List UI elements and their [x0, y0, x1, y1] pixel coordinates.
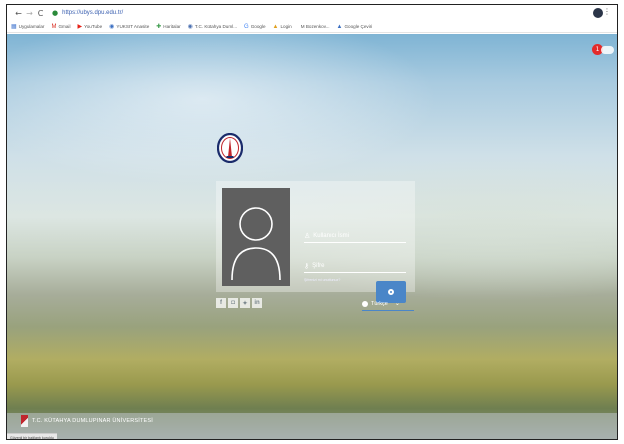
- user-silhouette-icon: [231, 207, 281, 281]
- bookmark-item[interactable]: ◉ YUKSIT Anasite: [109, 23, 149, 30]
- language-selector[interactable]: Türkçe ⌄: [362, 297, 414, 311]
- bookmark-icon: ▲: [336, 23, 343, 30]
- twitter-icon[interactable]: ✦: [240, 298, 250, 308]
- chevron-down-icon: ⌄: [394, 300, 400, 307]
- bookmark-item[interactable]: ◉ T.C. Kütahya Duml...: [188, 23, 237, 30]
- bookmark-label: M Bozenkov...: [300, 24, 330, 29]
- bookmark-label: Gmail: [58, 24, 71, 29]
- bookmark-item[interactable]: M Bozenkov...: [299, 24, 330, 29]
- bookmark-icon: ✚: [156, 24, 162, 30]
- notification-toggle[interactable]: [601, 46, 614, 54]
- address-bar[interactable]: ● https://ubys.dpu.edu.tr/: [52, 7, 123, 19]
- username-placeholder: Kullanıcı İsmi: [313, 232, 349, 239]
- linkedin-icon[interactable]: in: [252, 298, 262, 308]
- back-button[interactable]: ←: [13, 9, 24, 18]
- globe-icon: [362, 300, 368, 307]
- bookmark-icon: ◉: [187, 24, 193, 30]
- browser-menu-icon[interactable]: ⋮: [603, 7, 611, 16]
- language-label: Türkçe: [371, 300, 388, 307]
- bookmark-label: Uygulamalar: [18, 24, 45, 29]
- bookmark-label: Haritalar: [163, 24, 181, 29]
- url-text: https://ubys.dpu.edu.tr/: [62, 10, 124, 16]
- instagram-icon[interactable]: ◘: [228, 298, 238, 308]
- bookmark-label: Google Çeviri: [344, 24, 373, 29]
- university-seal-icon: [217, 133, 243, 163]
- bookmark-icon: ▶: [77, 24, 83, 30]
- status-text: Güvenli bir bağlantı kuruldu: [10, 435, 54, 440]
- username-field[interactable]: ♙ Kullanıcı İsmi: [304, 229, 406, 243]
- password-field[interactable]: ⚷ Şifre: [304, 259, 406, 273]
- university-footer: T.C. KÜTAHYA DUMLUPINAR ÜNİVERSİTESİ: [21, 415, 153, 427]
- forward-button[interactable]: →: [24, 9, 35, 18]
- bookmark-icon: G: [244, 23, 249, 30]
- browser-status-bar: Güvenli bir bağlantı kuruldu: [7, 433, 57, 440]
- browser-window: ← → C ● https://ubys.dpu.edu.tr/ ⋮ ▦ Uygu…: [6, 4, 618, 440]
- bookmark-label: YUKSIT Anasite: [116, 24, 150, 29]
- bookmark-item[interactable]: G Google: [244, 24, 266, 30]
- login-page: 1 ♙ Kullanıcı İsmi ⚷ Şifre Şifrenizi mi …: [7, 34, 617, 440]
- university-name: T.C. KÜTAHYA DUMLUPINAR ÜNİVERSİTESİ: [32, 418, 153, 424]
- university-logo-icon: [21, 415, 28, 427]
- browser-toolbar: ← → C ● https://ubys.dpu.edu.tr/ ⋮: [7, 5, 617, 21]
- bookmark-label: T.C. Kütahya Duml...: [194, 24, 238, 29]
- bookmark-item[interactable]: ▦ Uygulamalar: [11, 23, 44, 30]
- bookmark-item[interactable]: ▲ Login: [273, 24, 292, 30]
- bookmark-label: Google: [250, 24, 266, 29]
- login-arrow-icon: [388, 289, 394, 295]
- bookmark-icon: ▲: [272, 23, 279, 30]
- bookmark-item[interactable]: ▶ YouTube: [77, 23, 102, 30]
- bookmark-item[interactable]: M Gmail: [51, 24, 70, 30]
- key-icon: ⚷: [304, 261, 310, 270]
- profile-avatar-icon[interactable]: [593, 8, 603, 18]
- bookmarks-bar: ▦ Uygulamalar M Gmail ▶ YouTube ◉ YUKSIT Anasit…: [7, 21, 617, 33]
- bookmark-icon: M: [51, 23, 57, 30]
- bookmark-label: Login: [280, 24, 292, 29]
- login-card: ♙ Kullanıcı İsmi ⚷ Şifre Şifrenizi mi un…: [216, 181, 415, 303]
- user-icon: ♙: [304, 231, 311, 240]
- social-links: f ◘ ✦ in: [216, 298, 262, 308]
- avatar: [222, 188, 290, 286]
- reload-button[interactable]: C: [35, 9, 46, 18]
- password-placeholder: Şifre: [312, 262, 325, 269]
- bookmark-label: YouTube: [84, 24, 103, 29]
- bookmark-icon: ◉: [109, 24, 115, 30]
- bookmark-icon: ▦: [11, 24, 17, 30]
- lock-icon: ●: [52, 9, 59, 17]
- forgot-password-link[interactable]: Şifrenizi mi unuttunuz?: [304, 278, 340, 282]
- bookmark-item[interactable]: ✚ Haritalar: [156, 23, 180, 30]
- facebook-icon[interactable]: f: [216, 298, 226, 308]
- bookmark-item[interactable]: ▲ Google Çeviri: [337, 24, 373, 30]
